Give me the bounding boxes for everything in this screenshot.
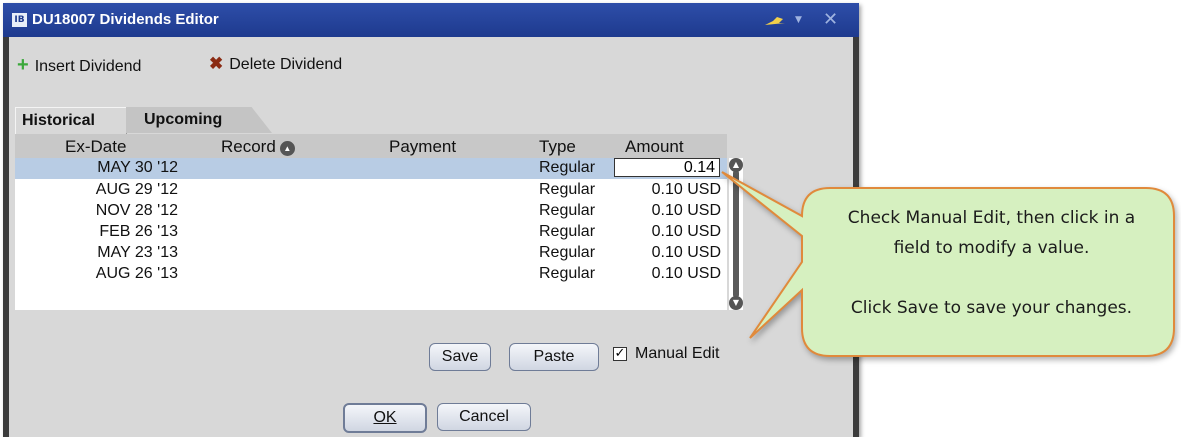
ex-date-cell[interactable]: NOV 28 '12 [15, 202, 178, 220]
cancel-button[interactable]: Cancel [437, 403, 531, 431]
title-bar: IB DU18007 Dividends Editor ▼ ✕ [3, 3, 859, 37]
amount-edit-field[interactable] [614, 158, 720, 177]
table-row[interactable]: MAY 30 '12 Regular [15, 158, 727, 179]
callout-line-2: field to modify a value. [893, 238, 1090, 258]
table-row[interactable]: NOV 28 '12 Regular 0.10 USD [15, 201, 727, 222]
chevron-down-icon[interactable]: ▼ [795, 15, 802, 25]
tab-historical[interactable]: Historical [15, 107, 127, 134]
dividends-editor-window: IB DU18007 Dividends Editor ▼ ✕ + Insert … [3, 3, 859, 437]
type-cell[interactable]: Regular [539, 159, 595, 177]
column-header-payment[interactable]: Payment [389, 137, 456, 157]
table-row[interactable]: AUG 29 '12 Regular 0.10 USD [15, 180, 727, 201]
record-label: Record [221, 137, 276, 156]
amount-cell[interactable]: 0.10 USD [615, 181, 721, 199]
table-row[interactable]: FEB 26 '13 Regular 0.10 USD [15, 222, 727, 243]
column-header-ex-date[interactable]: Ex-Date [65, 137, 126, 157]
delete-dividend-label: Delete Dividend [229, 56, 343, 73]
ex-date-cell[interactable]: MAY 30 '12 [15, 159, 178, 177]
table-header: Ex-Date Record ▲ Payment Type Amount [15, 134, 727, 158]
amount-cell[interactable]: 0.10 USD [615, 202, 721, 220]
manual-edit-label[interactable]: Manual Edit [635, 345, 720, 363]
save-button[interactable]: Save [429, 343, 491, 371]
ex-date-cell[interactable]: AUG 26 '13 [15, 265, 178, 283]
callout-line-1: Check Manual Edit, then click in a [847, 208, 1136, 228]
scroll-up-icon[interactable]: ▲ [729, 158, 743, 172]
type-cell[interactable]: Regular [539, 181, 595, 199]
ok-button[interactable]: OK [343, 403, 427, 433]
column-header-amount[interactable]: Amount [625, 137, 684, 157]
delete-dividend-button[interactable]: ✖ Delete Dividend [209, 54, 342, 74]
column-header-type[interactable]: Type [539, 137, 576, 157]
sort-ascending-icon: ▲ [279, 141, 295, 156]
amount-cell[interactable]: 0.10 USD [615, 223, 721, 241]
type-cell[interactable]: Regular [539, 223, 595, 241]
amount-cell[interactable]: 0.10 USD [615, 244, 721, 262]
plus-icon: + [17, 54, 29, 76]
amount-cell[interactable]: 0.10 USD [615, 265, 721, 283]
callout-line-3: Click Save to save your changes. [850, 298, 1133, 318]
table-row[interactable]: MAY 23 '13 Regular 0.10 USD [15, 243, 727, 264]
scroll-thumb[interactable] [733, 170, 739, 298]
column-header-record[interactable]: Record ▲ [221, 137, 295, 157]
ex-date-cell[interactable]: AUG 29 '12 [15, 181, 178, 199]
manual-edit-checkbox[interactable]: ✓ [613, 347, 627, 361]
vertical-scrollbar[interactable]: ▲ ▼ [729, 158, 743, 310]
ib-logo-icon: IB [12, 13, 27, 27]
table-row[interactable]: AUG 26 '13 Regular 0.10 USD [15, 264, 727, 285]
type-cell[interactable]: Regular [539, 202, 595, 220]
dividends-table: Ex-Date Record ▲ Payment Type Amount MAY … [15, 134, 743, 310]
insert-dividend-label: Insert Dividend [34, 58, 142, 75]
delete-x-icon: ✖ [209, 54, 224, 73]
paste-button[interactable]: Paste [509, 343, 599, 371]
window-content: + Insert Dividend ✖ Delete Dividend Histor… [9, 37, 853, 437]
close-icon[interactable]: ✕ [823, 9, 838, 30]
ex-date-cell[interactable]: MAY 23 '13 [15, 244, 178, 262]
insert-dividend-button[interactable]: + Insert Dividend [17, 54, 141, 77]
ex-date-cell[interactable]: FEB 26 '13 [15, 223, 178, 241]
tab-upcoming[interactable]: Upcoming [126, 107, 272, 133]
scroll-down-icon[interactable]: ▼ [729, 296, 743, 310]
window-title: DU18007 Dividends Editor [32, 11, 219, 28]
type-cell[interactable]: Regular [539, 244, 595, 262]
type-cell[interactable]: Regular [539, 265, 595, 283]
pin-icon[interactable] [763, 15, 787, 27]
